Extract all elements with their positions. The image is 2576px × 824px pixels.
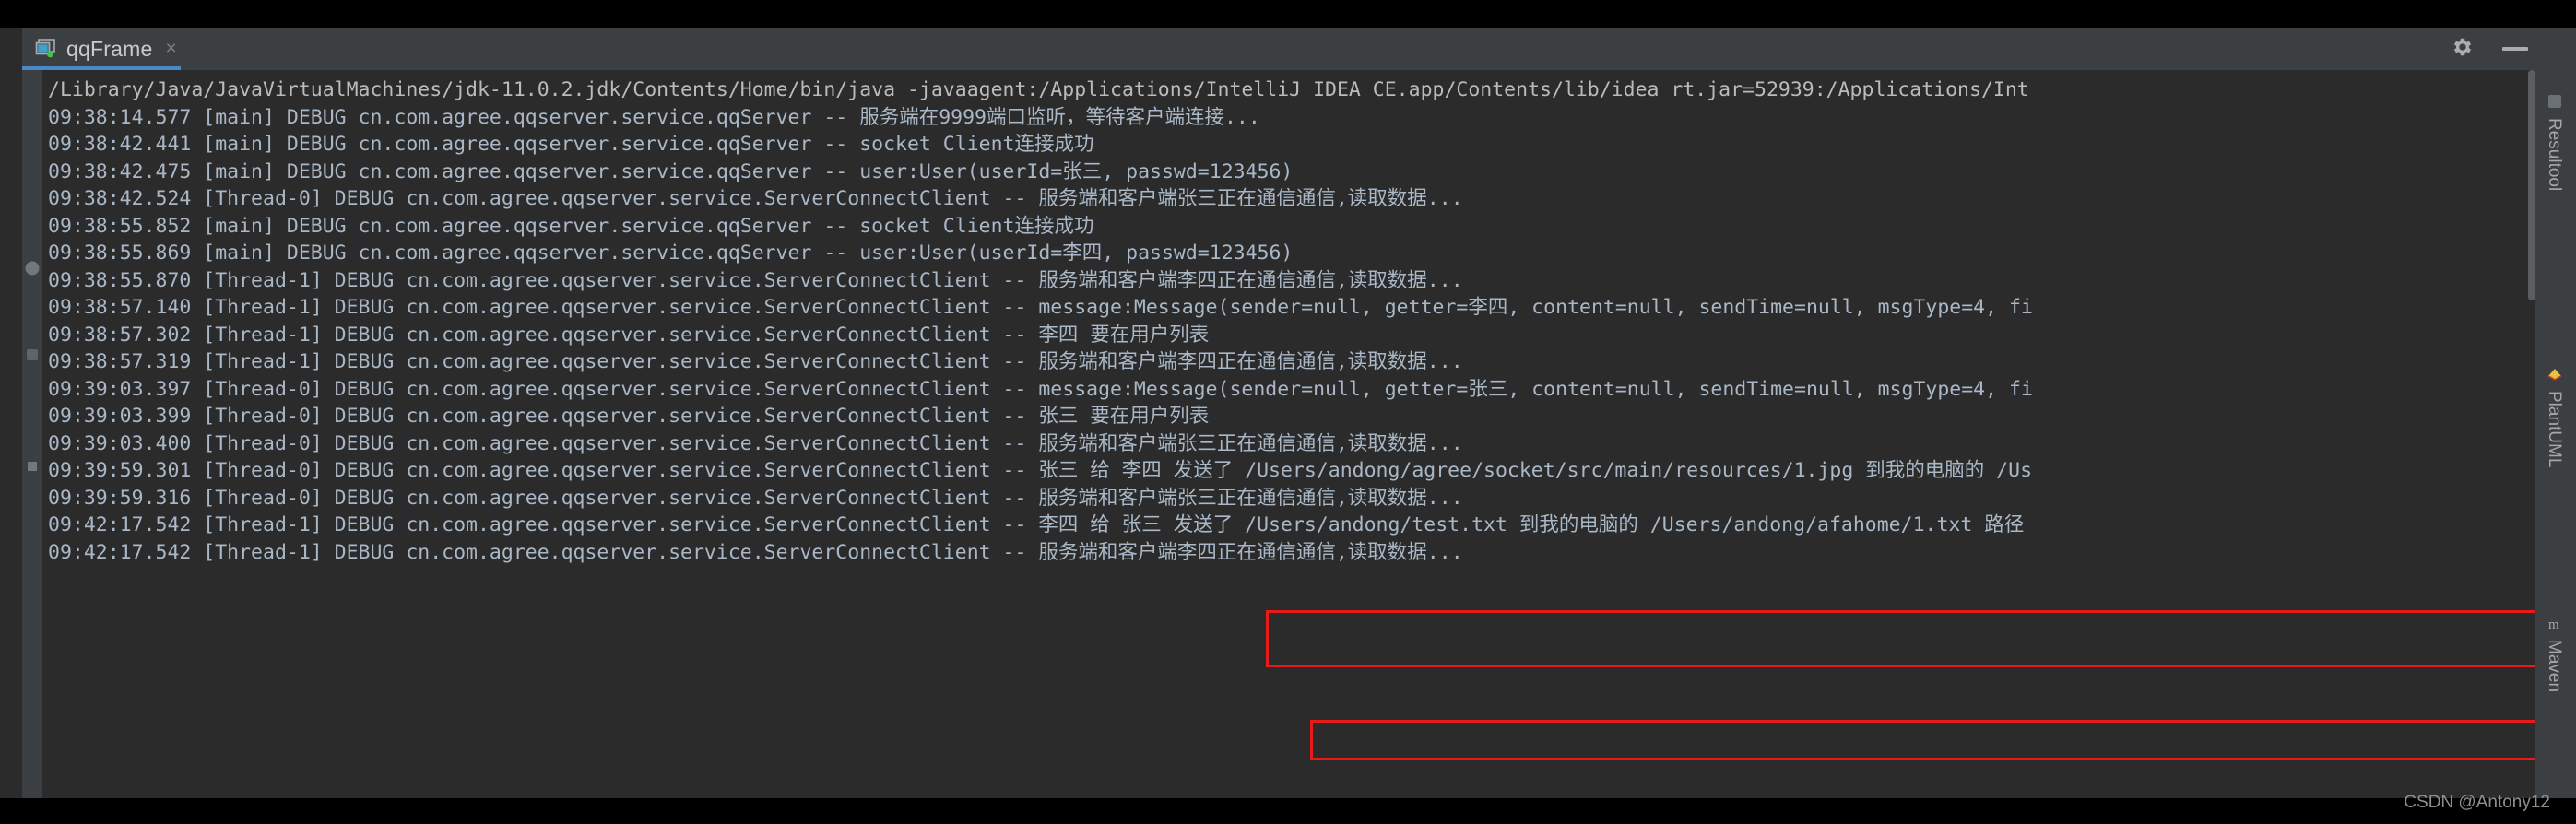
highlight-box-file-send-zhangsan (1266, 610, 2535, 667)
rerun-icon[interactable] (24, 260, 41, 280)
console-scrollbar[interactable] (2528, 70, 2535, 798)
highlight-box-file-send-lisi (1310, 720, 2535, 760)
console-line: 09:38:55.870 [Thread-1] DEBUG cn.com.agr… (48, 268, 1463, 292)
console-scrollbar-thumb[interactable] (2528, 70, 2535, 300)
console-line: 09:38:42.524 [Thread-0] DEBUG cn.com.agr… (48, 187, 1463, 210)
console-line: 09:39:59.301 [Thread-0] DEBUG cn.com.agr… (48, 459, 2033, 482)
maven-icon: m (2546, 614, 2564, 632)
stop-icon[interactable] (24, 347, 41, 367)
watermark: CSDN @Antony12 (2404, 793, 2550, 812)
console-output[interactable]: /Library/Java/JavaVirtualMachines/jdk-11… (42, 70, 2535, 798)
run-tool-window: qqFrame × /Library/Java/JavaVirtualMachi… (0, 28, 2576, 798)
console-line: 09:38:14.577 [main] DEBUG cn.com.agree.q… (48, 105, 1260, 129)
sidebar-tab-resultool-label: Resultool (2545, 118, 2564, 192)
console-line: /Library/Java/JavaVirtualMachines/jdk-11… (48, 78, 2029, 101)
console-line: 09:38:57.140 [Thread-1] DEBUG cn.com.agr… (48, 296, 2033, 319)
console-line: 09:38:55.869 [main] DEBUG cn.com.agree.q… (48, 241, 1294, 265)
close-icon[interactable]: × (165, 38, 176, 60)
console-line: 09:39:03.400 [Thread-0] DEBUG cn.com.agr… (48, 431, 1463, 455)
console-line: 09:38:57.319 [Thread-1] DEBUG cn.com.agr… (48, 350, 1463, 373)
console-gutter-toolbar (22, 70, 42, 798)
console-line-list: /Library/Java/JavaVirtualMachines/jdk-11… (42, 77, 2535, 566)
sidebar-tab-maven-label: Maven (2545, 640, 2564, 693)
right-tool-sidebar: Resultool PlantUML m Maven (2535, 70, 2576, 798)
console-line: 09:42:17.542 [Thread-1] DEBUG cn.com.agr… (48, 513, 2025, 536)
run-tab-bar: qqFrame × (0, 28, 2576, 70)
console-line: 09:39:59.316 [Thread-0] DEBUG cn.com.agr… (48, 486, 1463, 510)
console-line: 09:38:57.302 [Thread-1] DEBUG cn.com.agr… (48, 323, 1210, 347)
run-configuration-icon (35, 39, 57, 59)
console-line: 09:38:42.475 [main] DEBUG cn.com.agree.q… (48, 159, 1294, 183)
gear-icon[interactable] (2451, 35, 2475, 63)
minimize-icon[interactable] (2502, 47, 2528, 51)
tab-label: qqFrame (66, 36, 153, 61)
console-line: 09:42:17.542 [Thread-1] DEBUG cn.com.agr… (48, 540, 1463, 564)
trash-icon[interactable] (24, 457, 41, 477)
tab-qqframe[interactable]: qqFrame × (22, 28, 194, 70)
plantuml-icon (2546, 365, 2564, 383)
resultool-icon (2546, 92, 2564, 111)
console-line: 09:39:03.397 [Thread-0] DEBUG cn.com.agr… (48, 377, 2033, 401)
console-line: 09:39:03.399 [Thread-0] DEBUG cn.com.agr… (48, 405, 1210, 428)
console-line: 09:38:55.852 [main] DEBUG cn.com.agree.q… (48, 214, 1094, 238)
window-tool-buttons (2451, 28, 2528, 70)
console-line: 09:38:42.441 [main] DEBUG cn.com.agree.q… (48, 133, 1094, 156)
sidebar-tab-plantuml-label: PlantUML (2545, 391, 2564, 468)
tab-bar-left-pad (0, 28, 22, 70)
svg-text:m: m (2548, 618, 2559, 632)
